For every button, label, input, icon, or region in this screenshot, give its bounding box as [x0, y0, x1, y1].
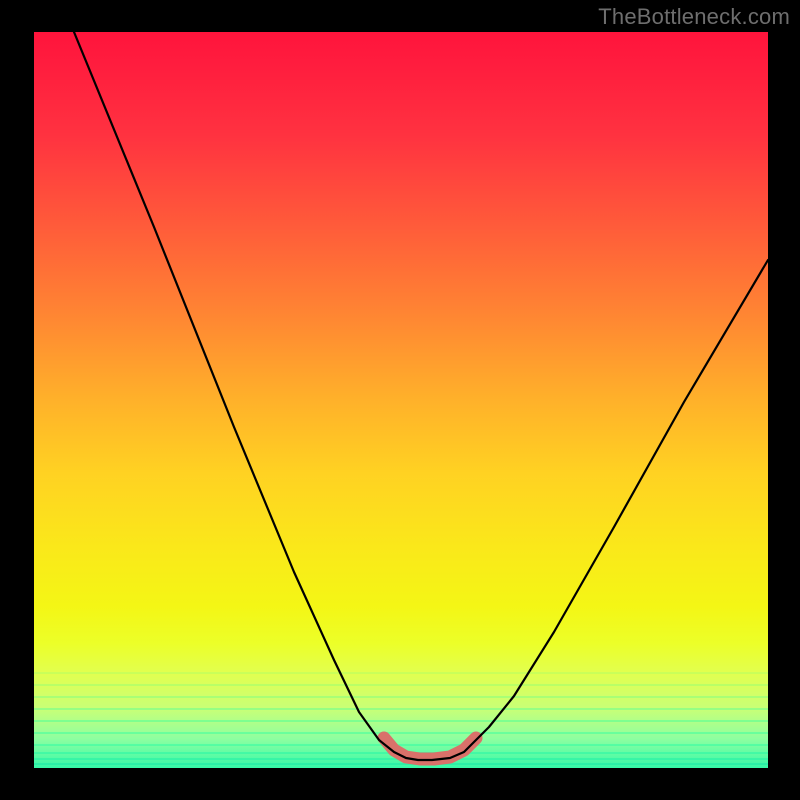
black-curve-path: [74, 32, 768, 760]
plot-area: [34, 32, 768, 768]
salmon-valley-path: [384, 738, 476, 759]
black-frame: TheBottleneck.com: [0, 0, 800, 800]
chart-svg: [34, 32, 768, 768]
watermark-text: TheBottleneck.com: [598, 4, 790, 30]
